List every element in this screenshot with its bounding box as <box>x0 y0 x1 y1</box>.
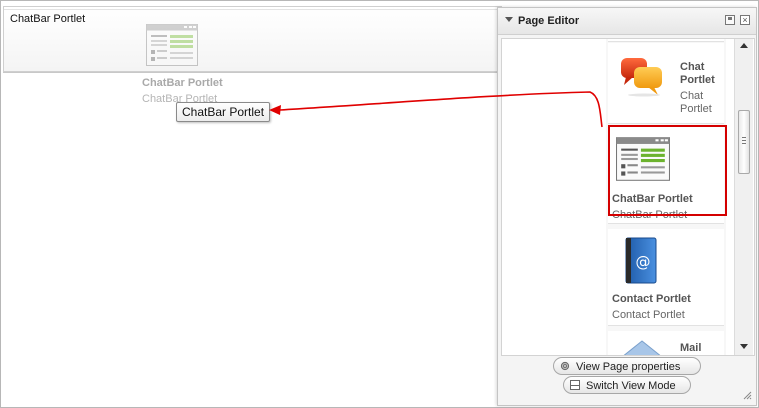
gear-icon <box>560 361 570 371</box>
portlet-item-contact[interactable]: @ Contact Portlet Contact Portlet <box>608 229 724 326</box>
page-editor-footer: View Page properties Switch View Mode <box>498 356 756 404</box>
portlet-item-title: Portlet <box>680 74 715 86</box>
portlet-item-chat[interactable]: Chat Portlet Chat Portlet <box>608 43 724 124</box>
view-mode-icon <box>570 380 580 390</box>
portlet-item-title: Contact Portlet <box>612 293 691 305</box>
portlet-item-title: Mail <box>680 342 702 354</box>
grip-line <box>742 137 746 138</box>
close-icon[interactable]: × <box>740 15 750 25</box>
chat-bubbles-icon <box>621 58 662 97</box>
save-icon[interactable] <box>725 15 735 25</box>
portlet-item-mail[interactable]: Mail <box>608 331 724 355</box>
ghost-portlet-title: ChatBar Portlet <box>142 77 223 89</box>
scroll-up-arrow-icon[interactable] <box>740 43 748 48</box>
portlet-top-line <box>4 7 501 10</box>
switch-view-mode-button[interactable]: Switch View Mode <box>563 376 691 394</box>
chatbar-portlet-container[interactable]: ChatBar Portlet <box>3 6 502 72</box>
scroll-down-arrow-icon[interactable] <box>740 344 748 349</box>
grip-line <box>742 143 746 144</box>
address-book-icon: @ <box>625 237 657 284</box>
svg-text:@: @ <box>636 253 651 271</box>
portlet-list-scrollbar[interactable] <box>734 39 753 355</box>
drop-zone-divider <box>3 72 503 73</box>
page-editor-title: Page Editor <box>518 15 580 27</box>
category-list <box>502 39 607 355</box>
resize-grip-icon[interactable] <box>743 391 752 400</box>
view-page-properties-label: View Page properties <box>576 361 681 373</box>
drag-source-highlight <box>608 125 727 216</box>
page-editor-panel[interactable]: Page Editor × Chat Portlet Chat Portlet … <box>497 7 757 406</box>
portlet-item-subtitle: Contact Portlet <box>612 309 685 321</box>
portlet-title: ChatBar Portlet <box>10 13 86 25</box>
page-editor-header[interactable]: Page Editor × <box>498 8 756 35</box>
view-page-properties-button[interactable]: View Page properties <box>553 357 701 375</box>
collapse-arrow-icon[interactable] <box>505 17 513 22</box>
drag-tooltip: ChatBar Portlet <box>176 102 271 122</box>
portlet-item-title: Chat <box>680 61 705 73</box>
portlet-item-subtitle: Portlet <box>680 103 712 115</box>
page-editor-body: Chat Portlet Chat Portlet ChatBar Portle… <box>501 38 755 356</box>
scroll-thumb[interactable] <box>738 110 750 174</box>
switch-view-mode-label: Switch View Mode <box>586 380 676 392</box>
portlet-window-ghost-icon <box>146 24 198 66</box>
grip-line <box>742 140 746 141</box>
list-item[interactable] <box>608 39 724 42</box>
mail-icon <box>623 340 661 355</box>
portlet-item-subtitle: Chat <box>680 90 704 102</box>
